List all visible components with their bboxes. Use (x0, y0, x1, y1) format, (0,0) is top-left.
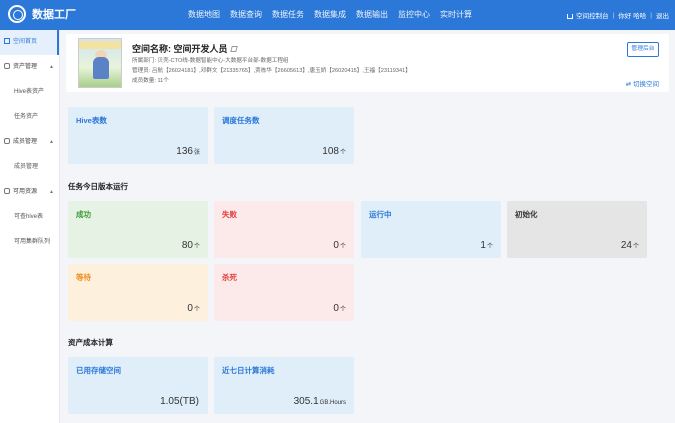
app-logo[interactable]: 数据工厂 (8, 5, 76, 23)
home-icon (567, 13, 574, 19)
card-title: 杀死 (222, 273, 237, 282)
sidebar-item-space-home[interactable]: 空间首页 (0, 30, 59, 55)
run-running-card[interactable]: 运行中 1个 (361, 201, 501, 258)
space-avatar (78, 38, 122, 88)
card-value: 80个 (181, 240, 200, 251)
nav-data-integration[interactable]: 数据集成 (314, 0, 346, 30)
space-members: 成员数量: 11个 (132, 78, 169, 84)
run-killed-card[interactable]: 杀死 0个 (214, 264, 354, 321)
space-title: 空间名称: 空间开发人员 (132, 42, 238, 55)
resource-icon (4, 188, 10, 194)
card-title: 近七日计算消耗 (222, 366, 275, 375)
card-title: 初始化 (515, 210, 538, 219)
nav-data-task[interactable]: 数据任务 (272, 0, 304, 30)
run-init-card[interactable]: 初始化 24个 (507, 201, 647, 258)
sidebar-item-label: 成员管理 (13, 139, 38, 145)
card-value: 0个 (333, 240, 346, 251)
avatar-banner (79, 41, 121, 49)
chevron-up-icon: ▲ (49, 64, 54, 70)
schedule-task-count-card[interactable]: 调度任务数 108个 (214, 107, 354, 164)
storage-used-card[interactable]: 已用存储空间 1.05(TB) (68, 357, 208, 414)
nav-data-map[interactable]: 数据地图 (188, 0, 220, 30)
space-title-text: 空间名称: 空间开发人员 (132, 44, 228, 54)
nav-realtime[interactable]: 实时计算 (440, 0, 472, 30)
compute-cost-card[interactable]: 近七日计算消耗 305.1GB.Hours (214, 357, 354, 414)
top-right-menu: 空间控制台 | 你好 哈哈 | 退出 (567, 0, 669, 30)
sidebar-item-member-manage[interactable]: 成员管理 (0, 155, 59, 180)
sidebar-item-label: 可用集群队列 (14, 239, 51, 245)
space-info-card: 空间名称: 空间开发人员 所属部门: 贝壳-CTO线-数据智能中心-大数据平台部… (66, 34, 669, 92)
card-value: 108个 (322, 146, 346, 157)
run-failed-card[interactable]: 失败 0个 (214, 201, 354, 258)
run-waiting-card[interactable]: 等待 0个 (68, 264, 208, 321)
screen-icon (4, 38, 10, 44)
sidebar-group-members[interactable]: 成员管理 ▲ (0, 130, 59, 155)
card-title: 运行中 (369, 210, 392, 219)
user-menu[interactable]: 哈哈 (633, 10, 646, 20)
card-title: 成功 (76, 210, 91, 219)
nav-data-query[interactable]: 数据查询 (230, 0, 262, 30)
chevron-up-icon: ▲ (49, 189, 54, 195)
member-icon (4, 138, 10, 144)
cost-section-title: 资产成本计算 (68, 338, 113, 347)
avatar-figure (93, 57, 109, 79)
top-bar: 数据工厂 数据地图 数据查询 数据任务 数据集成 数据输出 监控中心 实时计算 … (0, 0, 675, 30)
card-value: 0个 (187, 303, 200, 314)
card-value: 305.1GB.Hours (293, 396, 346, 407)
logo-icon (8, 5, 26, 23)
run-success-card[interactable]: 成功 80个 (68, 201, 208, 258)
main-nav: 数据地图 数据查询 数据任务 数据集成 数据输出 监控中心 实时计算 (188, 0, 482, 30)
sidebar: 空间首页 资产管理 ▲ Hive表资产 任务资产 成员管理 ▲ 成员管理 可用资源 ▲… (0, 30, 60, 423)
sidebar-item-label: 任务资产 (14, 114, 39, 120)
edit-icon[interactable] (229, 46, 238, 52)
switch-space-button[interactable]: ⇄ 切换空间 (626, 78, 659, 88)
card-title: 等待 (76, 273, 91, 282)
card-value: 1个 (480, 240, 493, 251)
card-title: 调度任务数 (222, 116, 260, 125)
space-managers: 管理员: 吕航【26024181】,邓群文【21335765】,贾栋华【2660… (132, 68, 411, 74)
card-title: 已用存储空间 (76, 366, 121, 375)
sidebar-item-label: 可查hive表 (14, 214, 44, 220)
hive-table-count-card[interactable]: Hive表数 136张 (68, 107, 208, 164)
sidebar-group-assets[interactable]: 资产管理 ▲ (0, 55, 59, 80)
chevron-up-icon: ▲ (49, 139, 54, 145)
sidebar-item-task-assets[interactable]: 任务资产 (0, 105, 59, 130)
sidebar-item-label: Hive表资产 (14, 89, 45, 95)
sidebar-item-label: 空间首页 (13, 39, 38, 45)
greeting-text: 你好 (618, 13, 632, 20)
space-dept: 所属部门: 贝壳-CTO线-数据智能中心-大数据平台部-数据工程组 (132, 58, 289, 64)
card-value: 0个 (333, 303, 346, 314)
card-value: 136张 (176, 146, 200, 157)
space-console-link[interactable]: 空间控制台 (576, 10, 609, 20)
sidebar-item-label: 资产管理 (13, 64, 38, 70)
manage-backend-button[interactable]: 管理后台 (627, 42, 659, 57)
asset-icon (4, 63, 10, 69)
sidebar-item-hive-assets[interactable]: Hive表资产 (0, 80, 59, 105)
card-title: Hive表数 (76, 116, 107, 125)
card-title: 失败 (222, 210, 237, 219)
card-value: 24个 (620, 240, 639, 251)
app-name: 数据工厂 (32, 9, 76, 21)
sidebar-item-hive-tables[interactable]: 可查hive表 (0, 205, 59, 230)
card-value: 1.05(TB) (160, 396, 199, 407)
sidebar-item-cluster-queues[interactable]: 可用集群队列 (0, 230, 59, 255)
divider: | (650, 11, 652, 19)
run-section-title: 任务今日版本运行 (68, 182, 128, 191)
switch-space-label: 切换空间 (633, 81, 659, 88)
sidebar-group-resources[interactable]: 可用资源 ▲ (0, 180, 59, 205)
sidebar-item-label: 成员管理 (14, 164, 39, 170)
logout-link[interactable]: 退出 (656, 10, 669, 20)
nav-data-output[interactable]: 数据输出 (356, 0, 388, 30)
nav-monitor[interactable]: 监控中心 (398, 0, 430, 30)
divider: | (612, 11, 615, 19)
sidebar-item-label: 可用资源 (13, 189, 38, 195)
